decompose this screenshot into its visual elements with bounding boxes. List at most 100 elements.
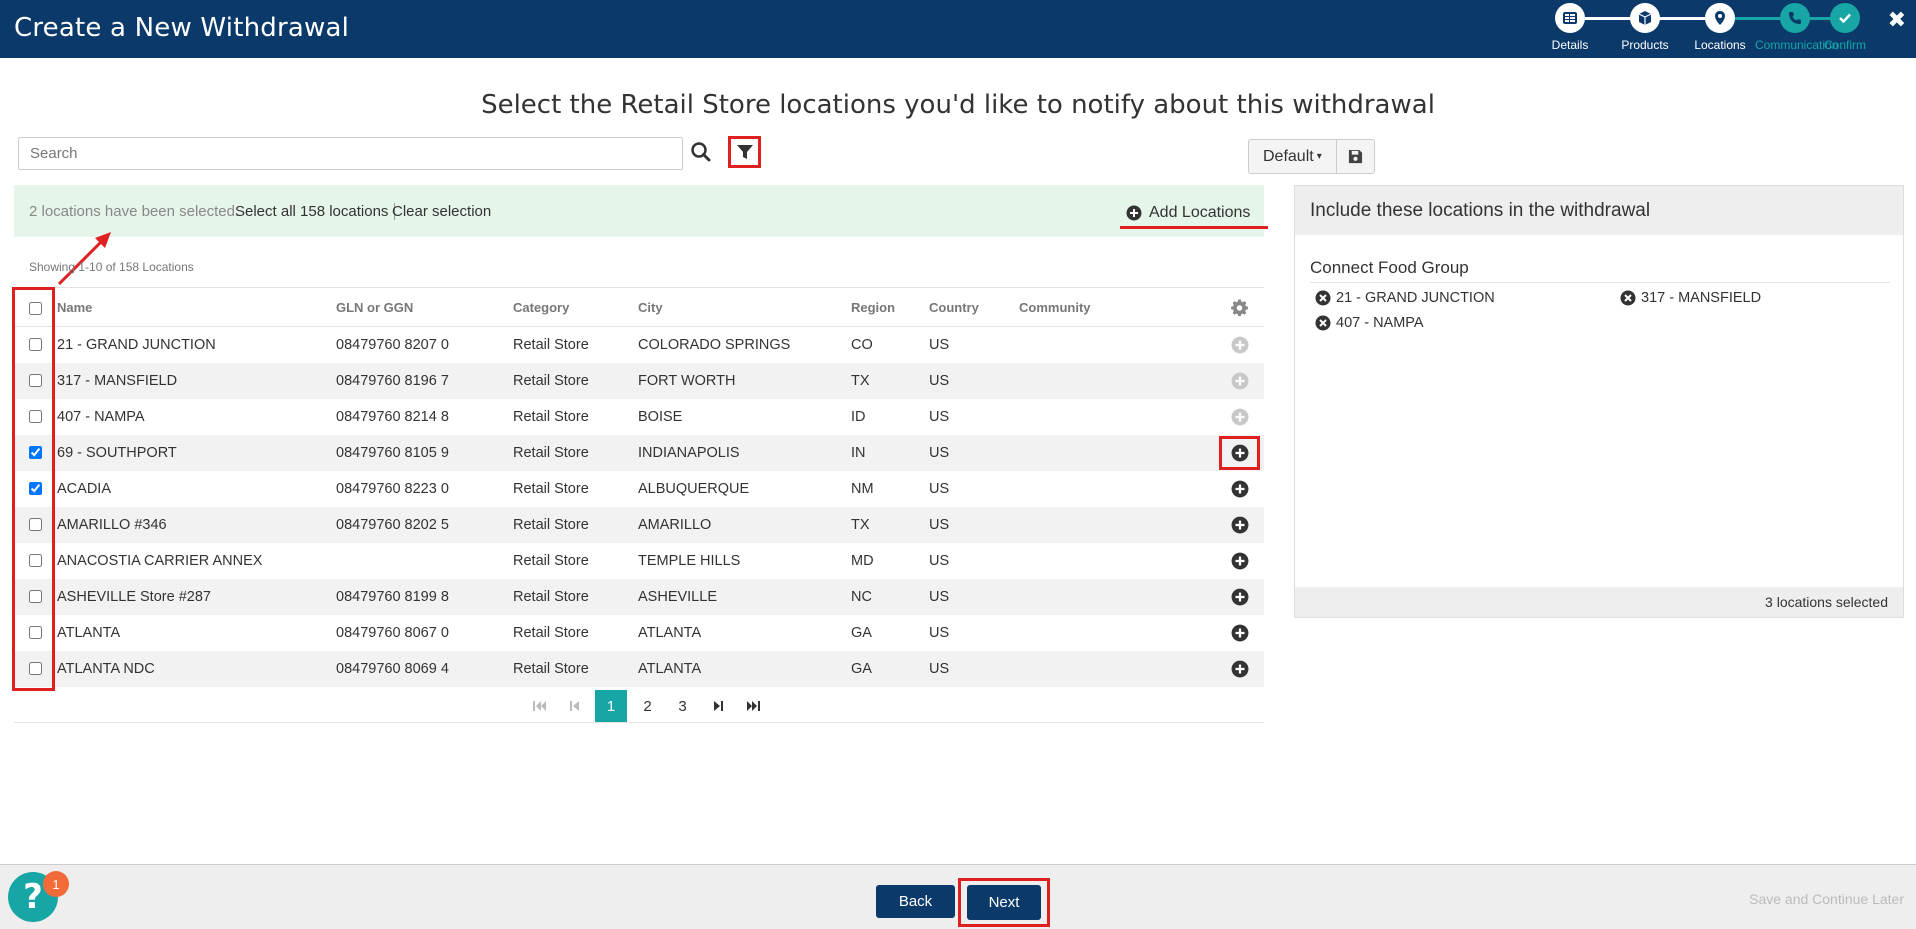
table-row[interactable]: AMARILLO #346 08479760 8202 5 Retail Store…: [14, 506, 1264, 543]
last-page-button[interactable]: [735, 690, 770, 722]
save-icon: [1348, 149, 1362, 164]
row-checkbox[interactable]: [29, 410, 42, 424]
next-page-icon: [713, 701, 723, 711]
remove-icon[interactable]: [1620, 290, 1636, 306]
table-row[interactable]: ACADIA 08479760 8223 0 Retail Store ALBUQUE…: [14, 471, 1264, 507]
cell-category: Retail Store: [513, 506, 638, 543]
view-preset-dropdown[interactable]: Default ▾: [1248, 139, 1337, 174]
selected-location-label: 407 - NAMPA: [1336, 315, 1424, 331]
row-checkbox[interactable]: [29, 374, 42, 388]
gear-icon[interactable]: [1231, 299, 1248, 316]
add-location-icon[interactable]: [1231, 660, 1249, 678]
close-icon[interactable]: ✖: [1888, 8, 1906, 33]
cell-community: [1019, 650, 1215, 687]
step-locations[interactable]: Locations: [1680, 3, 1760, 52]
add-locations-button[interactable]: Add Locations: [1120, 199, 1268, 229]
select-all-checkbox[interactable]: [29, 301, 42, 315]
remove-icon[interactable]: [1315, 315, 1331, 331]
row-checkbox[interactable]: [29, 662, 42, 676]
col-region[interactable]: Region: [851, 287, 929, 327]
row-select-cell: [14, 471, 57, 507]
table-row[interactable]: 21 - GRAND JUNCTION 08479760 8207 0 Retail…: [14, 327, 1264, 363]
showing-count: Showing 1-10 of 158 Locations: [29, 260, 194, 274]
table-row[interactable]: ASHEVILLE Store #287 08479760 8199 8 Retai…: [14, 578, 1264, 615]
cell-category: Retail Store: [513, 408, 589, 425]
add-location-icon[interactable]: [1231, 480, 1249, 498]
selection-count-text: 2 locations have been selected.: [29, 203, 240, 220]
add-location-icon[interactable]: [1231, 588, 1249, 606]
first-page-button[interactable]: [522, 690, 557, 722]
clear-selection-link[interactable]: Clear selection: [392, 203, 491, 220]
add-location-icon[interactable]: [1231, 552, 1249, 570]
remove-icon[interactable]: [1315, 290, 1331, 306]
cell-community: [1019, 543, 1215, 579]
row-checkbox[interactable]: [29, 590, 42, 604]
group-name: Connect Food Group: [1310, 258, 1890, 283]
step-products[interactable]: Products: [1605, 3, 1685, 52]
cell-community: [1019, 615, 1215, 651]
cell-region: GA: [851, 650, 929, 687]
add-location-icon[interactable]: [1231, 624, 1249, 642]
prev-page-button[interactable]: [557, 690, 592, 722]
table-row[interactable]: ATLANTA NDC 08479760 8069 4 Retail Store AT…: [14, 650, 1264, 687]
search-icon[interactable]: [690, 141, 714, 165]
row-select-cell: [14, 506, 57, 543]
cell-gln: 08479760 8207 0: [336, 336, 449, 353]
select-all-link[interactable]: Select all 158 locations: [235, 203, 396, 220]
row-checkbox[interactable]: [29, 518, 42, 532]
page-3-button[interactable]: 3: [665, 690, 700, 722]
cell-country: US: [929, 434, 1019, 471]
row-checkbox[interactable]: [29, 482, 42, 496]
cell-city: AMARILLO: [638, 506, 851, 543]
step-confirm[interactable]: Confirm: [1805, 3, 1885, 52]
col-name[interactable]: Name: [57, 287, 336, 327]
add-location-icon[interactable]: [1231, 408, 1249, 426]
first-page-icon: [532, 701, 546, 711]
cell-name: ASHEVILLE Store #287: [57, 578, 336, 615]
cell-region: NC: [851, 578, 929, 615]
panel-title: Include these locations in the withdrawa…: [1295, 186, 1903, 235]
col-country[interactable]: Country: [929, 287, 1019, 327]
cell-city: ALBUQUERQUE: [638, 480, 750, 497]
back-button[interactable]: Back: [876, 885, 955, 918]
next-page-button[interactable]: [700, 690, 735, 722]
row-checkbox[interactable]: [29, 446, 42, 460]
table-row[interactable]: ATLANTA 08479760 8067 0 Retail Store ATLANT…: [14, 615, 1264, 651]
row-checkbox[interactable]: [29, 554, 42, 568]
page-2-button[interactable]: 2: [630, 690, 665, 722]
selected-location-item: 407 - NAMPA: [1315, 315, 1424, 331]
save-continue-later-link[interactable]: Save and Continue Later: [1749, 891, 1904, 907]
filter-button[interactable]: [728, 136, 761, 168]
view-preset-group: Default ▾: [1248, 139, 1375, 174]
col-community[interactable]: Community: [1019, 287, 1215, 327]
row-checkbox[interactable]: [29, 338, 42, 352]
cell-region: NM: [851, 480, 874, 497]
footer-bar: Back Next Save and Continue Later: [0, 864, 1916, 929]
included-locations-panel: Include these locations in the withdrawa…: [1294, 185, 1904, 618]
save-view-button[interactable]: [1336, 139, 1375, 174]
cell-name: ANACOSTIA CARRIER ANNEX: [57, 552, 263, 569]
cell-category: Retail Store: [513, 578, 638, 615]
table-row[interactable]: 317 - MANSFIELD 08479760 8196 7 Retail Sto…: [14, 362, 1264, 399]
add-location-icon[interactable]: [1231, 336, 1249, 354]
search-input[interactable]: [18, 137, 683, 170]
table-row[interactable]: ANACOSTIA CARRIER ANNEX Retail Store TEMPL…: [14, 543, 1264, 579]
col-gln[interactable]: GLN or GGN: [336, 287, 513, 327]
add-location-icon[interactable]: [1231, 516, 1249, 534]
add-location-icon[interactable]: [1231, 444, 1249, 462]
cell-community: [1019, 578, 1215, 615]
col-category[interactable]: Category: [513, 287, 638, 327]
step-details[interactable]: Details: [1530, 3, 1610, 52]
table-row[interactable]: 407 - NAMPA 08479760 8214 8 Retail Store BO…: [14, 399, 1264, 435]
row-select-cell: [14, 650, 57, 687]
cell-country: US: [929, 362, 1019, 399]
row-select-cell: [14, 362, 57, 399]
page-1-button[interactable]: 1: [595, 690, 627, 722]
row-checkbox[interactable]: [29, 626, 42, 640]
table-row[interactable]: 69 - SOUTHPORT 08479760 8105 9 Retail Stor…: [14, 434, 1264, 471]
next-button[interactable]: Next: [967, 885, 1041, 920]
add-location-icon[interactable]: [1231, 372, 1249, 390]
cell-country: US: [929, 506, 1019, 543]
col-city[interactable]: City: [638, 287, 851, 327]
cell-country: US: [929, 480, 950, 497]
